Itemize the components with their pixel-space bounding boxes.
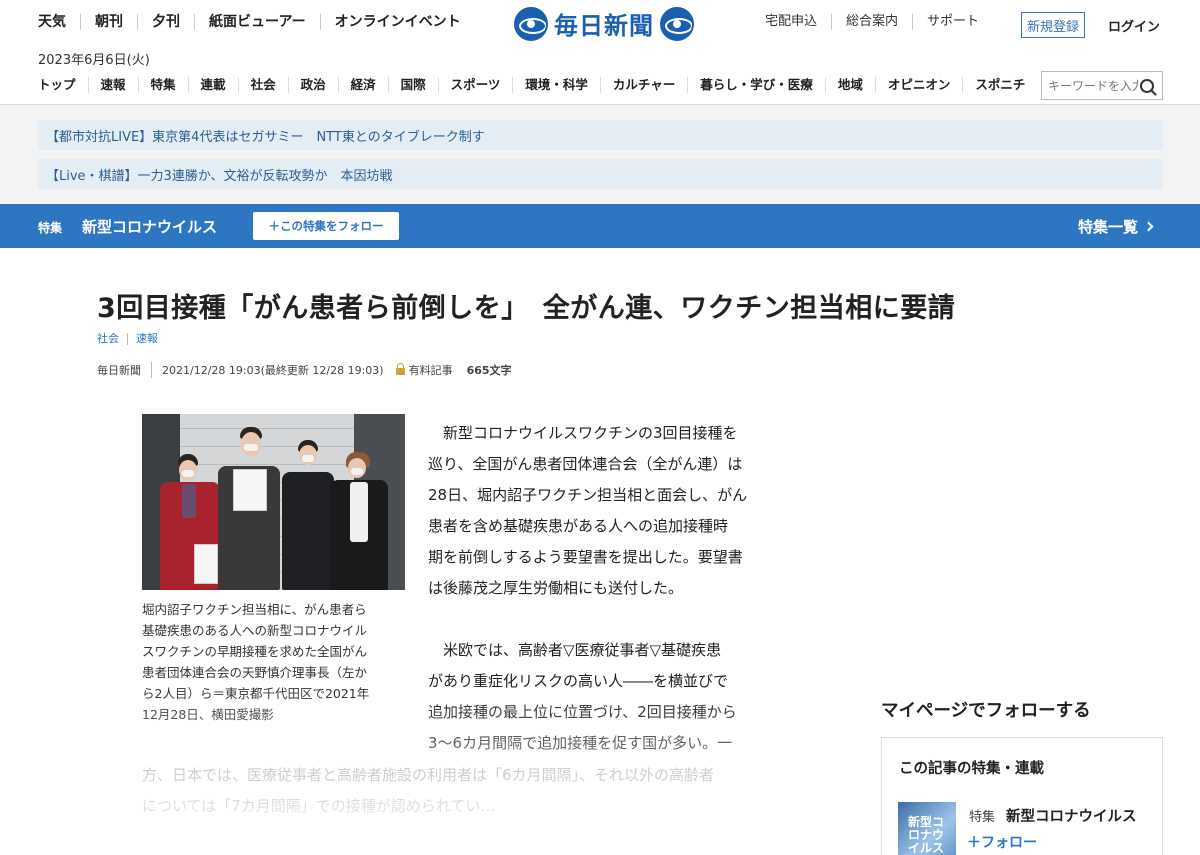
- nav-morning-edition[interactable]: 朝刊: [80, 14, 137, 30]
- lock-icon: [395, 362, 405, 375]
- search-box: [1041, 71, 1163, 100]
- cat-sponichi[interactable]: スポニチ: [962, 77, 1037, 93]
- char-count: 665文字: [466, 364, 512, 377]
- nav-paper-viewer[interactable]: 紙面ビューアー: [194, 14, 320, 30]
- feature-name[interactable]: 新型コロナウイルス: [82, 216, 217, 237]
- cat-series[interactable]: 連載: [187, 77, 238, 93]
- cat-society[interactable]: 社会: [237, 77, 288, 93]
- nav-weather[interactable]: 天気: [38, 14, 80, 30]
- document: [194, 544, 218, 584]
- tag-breaking[interactable]: 速報: [127, 333, 166, 345]
- nav-support[interactable]: サポート: [912, 14, 993, 30]
- utility-nav: 宅配申込 総合案内 サポート: [765, 14, 993, 30]
- cat-features[interactable]: 特集: [137, 77, 188, 93]
- box-title: この記事の特集・連載: [899, 761, 1044, 777]
- sidebar-item-tag: 特集: [969, 810, 996, 825]
- article-photo[interactable]: [142, 414, 405, 590]
- nav-online-events[interactable]: オンラインイベント: [319, 14, 475, 30]
- photo-caption: 堀内詔子ワクチン担当相に、がん患者ら 基礎疾患のある人への新型コロナウイル スワ…: [142, 602, 370, 722]
- article-source: 毎日新聞: [97, 362, 152, 378]
- feature-list-label: 特集一覧: [1078, 218, 1139, 236]
- breaking-news-item[interactable]: 【都市対抗LIVE】東京第4代表はセガサミー NTT東とのタイブレーク制す: [38, 120, 1163, 150]
- top-nav: 天気 朝刊 夕刊 紙面ビューアー オンラインイベント: [38, 14, 475, 30]
- article-body-truncated: 方、日本では、医療従事者と高齢者施設の利用者は「6カ月間隔」、それ以外の高齢者 …: [142, 766, 715, 815]
- cat-international[interactable]: 国際: [387, 77, 438, 93]
- article-body: 新型コロナウイルスワクチンの3回目接種を 巡り、全国がん患者団体連合会（全がん連…: [428, 418, 788, 759]
- cat-regional[interactable]: 地域: [824, 77, 875, 93]
- cat-economy[interactable]: 経済: [337, 77, 388, 93]
- search-icon[interactable]: [1140, 78, 1154, 93]
- feature-thumbnail[interactable]: 新型コロナウイルス: [898, 802, 956, 855]
- tag-society[interactable]: 社会: [97, 333, 127, 345]
- feature-bar: 特集 新型コロナウイルス ＋この特集をフォロー 特集一覧: [0, 204, 1200, 248]
- paragraph-1: 新型コロナウイルスワクチンの3回目接種を 巡り、全国がん患者団体連合会（全がん連…: [428, 424, 748, 597]
- article-meta: 毎日新聞 2021/12/28 19:03(最終更新 12/28 19:03) …: [97, 362, 512, 378]
- article-tags: 社会 速報: [97, 333, 166, 345]
- feature-list-link[interactable]: 特集一覧: [1078, 216, 1154, 237]
- cat-living-learning-medical[interactable]: 暮らし・学び・医療: [687, 77, 825, 93]
- article-timestamp: 2021/12/28 19:03(最終更新 12/28 19:03): [162, 364, 384, 377]
- search-input[interactable]: [1042, 72, 1138, 99]
- follow-feature-button[interactable]: ＋この特集をフォロー: [253, 212, 399, 240]
- cat-politics[interactable]: 政治: [287, 77, 338, 93]
- sidebar-item-name[interactable]: 新型コロナウイルス: [1006, 805, 1137, 826]
- article-headline: 3回目接種「がん患者ら前倒しを」 全がん連、ワクチン担当相に要請: [97, 293, 956, 324]
- category-nav: トップ 速報 特集 連載 社会 政治 経済 国際 スポーツ 環境・科学 カルチャ…: [38, 77, 1037, 93]
- logo-globe-icon: [514, 6, 548, 41]
- breaking-news-item[interactable]: 【Live・棋譜】一力3連勝か、文裕が反転攻勢か 本因坊戦: [38, 159, 1163, 189]
- sidebar-title: マイページでフォローする: [881, 701, 1091, 721]
- nav-general-info[interactable]: 総合案内: [831, 14, 912, 30]
- cat-opinion[interactable]: オピニオン: [874, 77, 963, 93]
- login-button[interactable]: ログイン: [1108, 16, 1160, 35]
- cat-breaking[interactable]: 速報: [87, 77, 138, 93]
- paid-article-label: 有料記事: [408, 364, 453, 377]
- cat-culture[interactable]: カルチャー: [599, 77, 687, 93]
- site-logo[interactable]: 毎日新聞: [514, 6, 694, 41]
- nav-evening-edition[interactable]: 夕刊: [137, 14, 194, 30]
- logo-globe-icon: [660, 6, 694, 41]
- person-figure: [282, 472, 334, 590]
- nav-delivery-signup[interactable]: 宅配申込: [765, 14, 831, 30]
- feature-follow-box: この記事の特集・連載 新型コロナウイルス 特集 新型コロナウイルス ＋フォロー: [881, 737, 1163, 855]
- logo-text: 毎日新聞: [554, 11, 654, 40]
- request-document: [233, 469, 267, 511]
- cat-sports[interactable]: スポーツ: [437, 77, 513, 93]
- cat-top[interactable]: トップ: [38, 77, 88, 93]
- current-date: 2023年6月6日(火): [38, 53, 150, 68]
- register-button[interactable]: 新規登録: [1021, 12, 1085, 38]
- chevron-right-icon: [1143, 221, 1154, 232]
- feature-tag: 特集: [38, 221, 63, 235]
- follow-button[interactable]: ＋フォロー: [967, 832, 1037, 852]
- paragraph-2: 米欧では、高齢者▽医療従事者▽基礎疾患 があり重症化リスクの高い人――を横並びで…: [428, 641, 737, 752]
- cat-environment-science[interactable]: 環境・科学: [512, 77, 600, 93]
